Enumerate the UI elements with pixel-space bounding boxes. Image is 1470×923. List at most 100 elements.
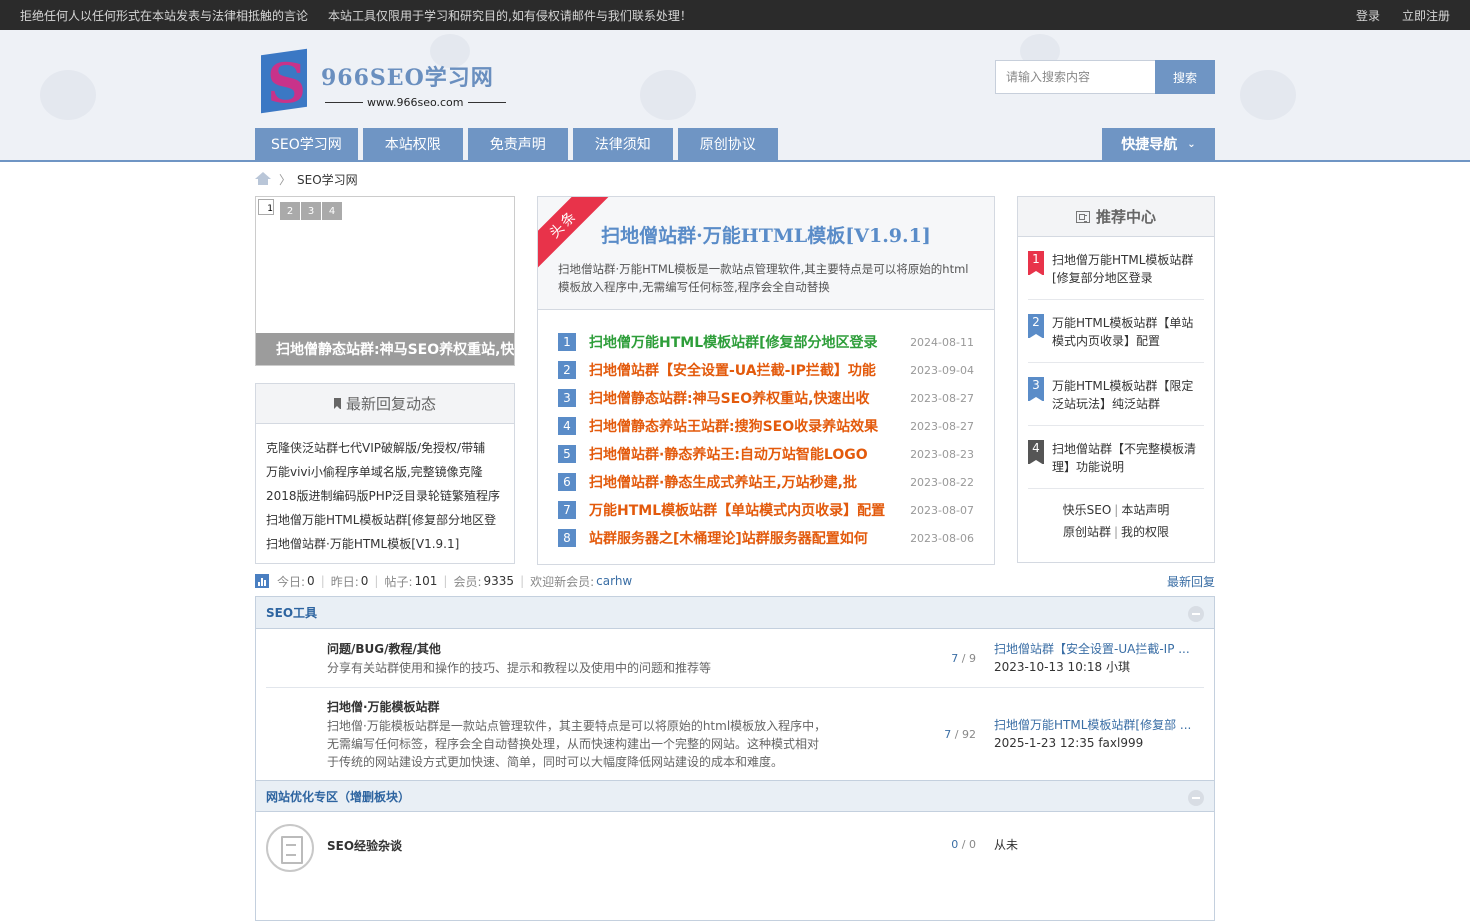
rank-badge: 1 <box>1028 251 1044 276</box>
slider-dot[interactable]: 3 <box>301 202 321 220</box>
recommend-icon <box>1075 210 1090 223</box>
list-item: 3 扫地僧静态站群:神马SEO养权重站,快速出收 2023-08-27 <box>558 384 974 412</box>
list-item[interactable]: 万能vivi小偷程序单域名版,完整镜像克隆 <box>266 460 504 484</box>
stat-label: 昨日: <box>330 574 359 589</box>
news-link[interactable]: 扫地僧静态站群:神马SEO养权重站,快速出收 <box>589 388 910 408</box>
news-date: 2023-08-27 <box>910 419 974 433</box>
breadcrumb: 〉 SEO学习网 <box>255 162 1215 196</box>
home-icon[interactable] <box>255 172 271 186</box>
recommend-link[interactable]: 万能HTML模板站群【单站模式内页收录】配置 <box>1052 314 1204 350</box>
reply-list: 克隆侠泛站群七代VIP破解版/免授权/带辅 万能vivi小偷程序单域名版,完整镜… <box>256 424 514 556</box>
nav-item-original[interactable]: 原创协议 <box>677 128 778 160</box>
left-column: 1 2 3 4 扫地僧静态站群:神马SEO养权重站,快速出收 最新回复动态 克隆… <box>255 196 515 566</box>
news-number: 4 <box>558 417 576 435</box>
list-item: 2 万能HTML模板站群【单站模式内页收录】配置 <box>1028 300 1204 363</box>
collapse-icon[interactable] <box>1188 790 1204 806</box>
news-link[interactable]: 扫地僧万能HTML模板站群[修复部分地区登录 <box>589 332 910 352</box>
list-item: 8 站群服务器之[木桶理论]站群服务器配置如何 2023-08-06 <box>558 524 974 552</box>
category-title[interactable]: SEO工具 <box>266 604 317 621</box>
news-link[interactable]: 扫地僧站群【安全设置-UA拦截-IP拦截】功能 <box>589 360 910 380</box>
forum-list: SEO工具 问题/BUG/教程/其他 分享有关站群使用和操作的技巧、提示和教程以… <box>255 596 1215 921</box>
recommend-link[interactable]: 扫地僧万能HTML模板站群[修复部分地区登录 <box>1052 251 1204 287</box>
quick-nav-button[interactable]: 快捷导航 ⌄ <box>1102 128 1215 160</box>
list-item: 5 扫地僧站群·静态养站王:自动万站智能LOGO 2023-08-23 <box>558 440 974 468</box>
main-nav: SEO学习网 本站权限 免责声明 法律须知 原创协议 <box>255 128 783 160</box>
board-desc: 分享有关站群使用和操作的技巧、提示和教程以及使用中的问题和推荐等 <box>327 660 712 675</box>
news-link[interactable]: 扫地僧静态养站王站群:搜狗SEO收录养站效果 <box>589 416 910 436</box>
board-name[interactable]: 扫地僧·万能模板站群 <box>327 698 884 715</box>
board-last-post: 扫地僧站群【安全设置-UA拦截-IP ... 2023-10-13 10:18 … <box>994 640 1204 676</box>
stat-label: 会员: <box>453 574 482 589</box>
slider-dots: 2 3 4 <box>280 202 343 220</box>
latest-replies-link[interactable]: 最新回复 <box>1167 573 1215 590</box>
category-title[interactable]: 网站优化专区（增删板块） <box>266 788 410 805</box>
login-link[interactable]: 登录 <box>1356 7 1380 24</box>
site-logo[interactable]: S 966SEO学习网 www.966seo.com <box>257 48 510 114</box>
news-date: 2023-08-22 <box>910 475 974 489</box>
list-item: 3 万能HTML模板站群【限定泛站玩法】纯泛站群 <box>1028 363 1204 426</box>
logo-url: www.966seo.com <box>321 96 510 109</box>
headline-desc: 扫地僧站群·万能HTML模板是一款站点管理软件,其主要特点是可以将原始的html… <box>558 262 969 294</box>
nav-item-seo[interactable]: SEO学习网 <box>255 128 358 160</box>
chevron-down-icon: ⌄ <box>1187 138 1196 150</box>
board-name[interactable]: 问题/BUG/教程/其他 <box>327 640 884 657</box>
slider-dot[interactable]: 4 <box>322 202 342 220</box>
news-link[interactable]: 扫地僧站群·静态养站王:自动万站智能LOGO <box>589 444 910 464</box>
search-button[interactable]: 搜索 <box>1155 60 1215 94</box>
headline-title[interactable]: 扫地僧站群·万能HTML模板[V1.9.1] <box>538 221 994 248</box>
nav-item-legal[interactable]: 法律须知 <box>572 128 673 160</box>
news-date: 2024-08-11 <box>910 335 974 349</box>
forum-board-row: 问题/BUG/教程/其他 分享有关站群使用和操作的技巧、提示和教程以及使用中的问… <box>256 629 1214 687</box>
list-item[interactable]: 2018版进制编码版PHP泛目录轮链繁殖程序 <box>266 484 504 508</box>
search-input[interactable] <box>995 60 1155 94</box>
news-date: 2023-08-23 <box>910 447 974 461</box>
board-icon <box>266 710 314 758</box>
notice-text: 拒绝任何人以任何形式在本站发表与法律相抵触的言论 <box>20 8 309 23</box>
collapse-icon[interactable] <box>1188 606 1204 622</box>
recommend-link[interactable]: 万能HTML模板站群【限定泛站玩法】纯泛站群 <box>1052 377 1204 413</box>
board-count: 7 / 9 <box>951 651 976 665</box>
middle-column: 头条 扫地僧站群·万能HTML模板[V1.9.1] 扫地僧站群·万能HTML模板… <box>537 196 995 566</box>
news-link[interactable]: 万能HTML模板站群【单站模式内页收录】配置 <box>589 500 910 520</box>
site-header: S 966SEO学习网 www.966seo.com 搜索 SEO学习网 本站权… <box>0 30 1470 162</box>
board-icon <box>266 634 314 682</box>
recommend-link[interactable]: 扫地僧站群【不完整模板清理】功能说明 <box>1052 440 1204 476</box>
stat-posts: 101 <box>414 574 438 588</box>
list-item: 1 扫地僧万能HTML模板站群[修复部分地区登录 <box>1028 237 1204 300</box>
latest-replies-box: 最新回复动态 克隆侠泛站群七代VIP破解版/免授权/带辅 万能vivi小偷程序单… <box>255 383 515 564</box>
list-item: 4 扫地僧站群【不完整模板清理】功能说明 <box>1028 426 1204 489</box>
list-item[interactable]: 扫地僧万能HTML模板站群[修复部分地区登 <box>266 508 504 532</box>
image-slider[interactable]: 1 2 3 4 扫地僧静态站群:神马SEO养权重站,快速出收 <box>255 196 515 366</box>
link-happy-seo[interactable]: 快乐SEO <box>1063 503 1112 517</box>
slider-caption[interactable]: 扫地僧静态站群:神马SEO养权重站,快速出收 <box>256 333 514 365</box>
main-row: 1 2 3 4 扫地僧静态站群:神马SEO养权重站,快速出收 最新回复动态 克隆… <box>255 196 1215 566</box>
recommend-title: 推荐中心 <box>1018 197 1214 237</box>
link-original-sites[interactable]: 原创站群 <box>1063 525 1111 539</box>
news-link[interactable]: 站群服务器之[木桶理论]站群服务器配置如何 <box>589 528 910 548</box>
list-item[interactable]: 克隆侠泛站群七代VIP破解版/免授权/带辅 <box>266 436 504 460</box>
register-link[interactable]: 立即注册 <box>1402 7 1450 24</box>
nav-item-permissions[interactable]: 本站权限 <box>362 128 463 160</box>
board-name[interactable]: SEO经验杂谈 <box>327 837 884 854</box>
recommend-links: 快乐SEO | 本站声明 原创站群 | 我的权限 <box>1062 503 1170 539</box>
last-post-meta: 2025-1-23 12:35 faxl999 <box>994 736 1144 750</box>
breadcrumb-current[interactable]: SEO学习网 <box>297 171 358 188</box>
list-item[interactable]: 扫地僧站群·万能HTML模板[V1.9.1] <box>266 532 504 556</box>
last-post-link[interactable]: 扫地僧万能HTML模板站群[修复部 ... <box>994 716 1204 734</box>
news-link[interactable]: 扫地僧站群·静态生成式养站王,万站秒建,批 <box>589 472 910 492</box>
last-post-link[interactable]: 扫地僧站群【安全设置-UA拦截-IP ... <box>994 640 1204 658</box>
category-header: 网站优化专区（增删板块） <box>256 780 1214 812</box>
slider-dot[interactable]: 2 <box>280 202 300 220</box>
rank-badge: 2 <box>1028 314 1044 339</box>
rank-badge: 4 <box>1028 440 1044 465</box>
news-number: 2 <box>558 361 576 379</box>
new-member-link[interactable]: carhw <box>596 574 632 588</box>
stat-members: 9335 <box>483 574 515 588</box>
top-bar: 拒绝任何人以任何形式在本站发表与法律相抵触的言论 本站工具仅限用于学习和研究目的… <box>0 0 1470 30</box>
link-site-statement[interactable]: 本站声明 <box>1121 503 1169 517</box>
link-my-permissions[interactable]: 我的权限 <box>1121 525 1169 539</box>
list-item: 6 扫地僧站群·静态生成式养站王,万站秒建,批 2023-08-22 <box>558 468 974 496</box>
headline-box: 头条 扫地僧站群·万能HTML模板[V1.9.1] 扫地僧站群·万能HTML模板… <box>537 196 995 310</box>
nav-item-disclaimer[interactable]: 免责声明 <box>467 128 568 160</box>
search-box: 搜索 <box>995 60 1215 94</box>
